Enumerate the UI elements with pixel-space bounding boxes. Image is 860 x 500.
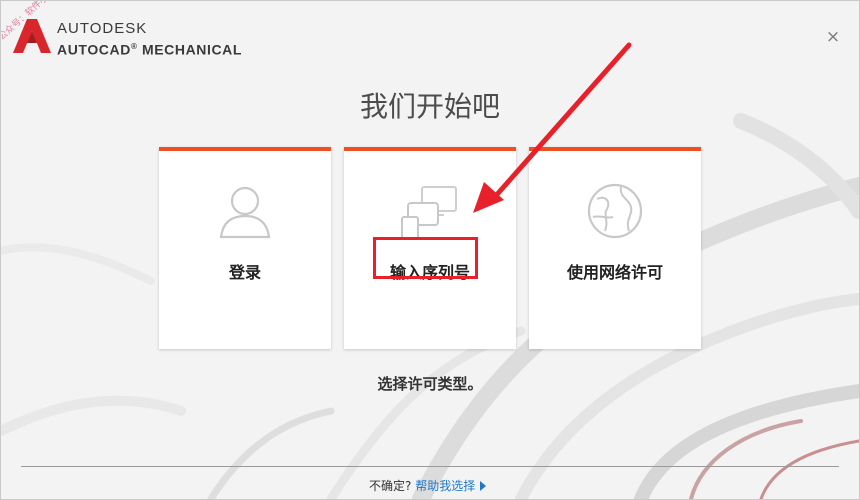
license-dialog: AUTODESK AUTOCAD® MECHANICAL 公众号：软件小神 × … [0,0,860,500]
network-license-card[interactable]: 使用网络许可 [529,147,701,349]
close-button[interactable]: × [823,27,843,47]
sign-in-label: 登录 [228,263,261,282]
product-name-rest: MECHANICAL [137,41,243,58]
help-me-choose-link[interactable]: 帮助我选择 [415,479,475,493]
globe-icon [587,183,643,239]
play-arrow-icon[interactable] [480,481,487,491]
person-icon [219,186,271,239]
product-name: AUTOCAD® MECHANICAL [57,41,243,58]
footer: 不确定? 帮助我选择 [369,477,487,494]
company-name: AUTODESK [57,20,148,37]
subtitle: 选择许可类型。 [377,375,483,393]
page-title: 我们开始吧 [359,90,500,123]
footer-question: 不确定? [369,479,412,493]
highlight-box [373,237,478,279]
devices-icon [401,186,457,240]
sign-in-card[interactable]: 登录 [159,147,331,349]
footer-divider [21,466,839,467]
network-license-label: 使用网络许可 [566,263,663,282]
brand: AUTODESK AUTOCAD® MECHANICAL [57,21,242,60]
header: AUTODESK AUTOCAD® MECHANICAL 公众号：软件小神 × [1,1,859,69]
